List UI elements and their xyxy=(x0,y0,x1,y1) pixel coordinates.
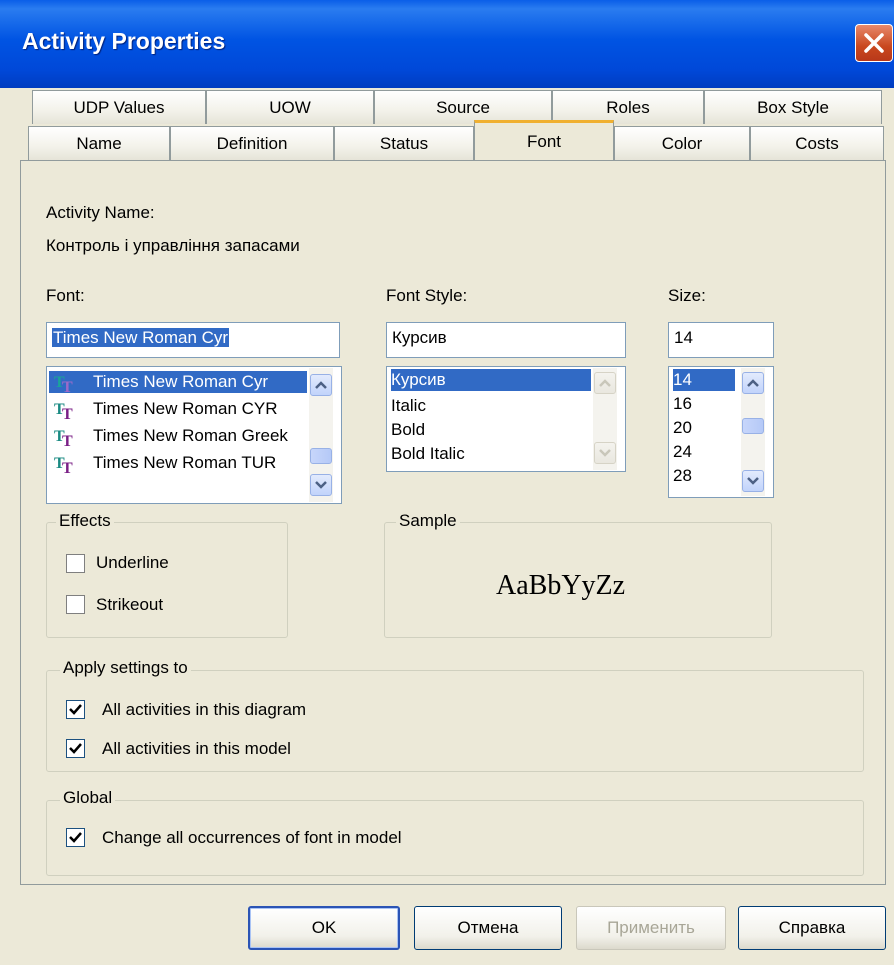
chevron-down-icon xyxy=(747,477,759,485)
chevron-up-icon xyxy=(599,379,611,387)
scroll-up-button[interactable] xyxy=(310,374,332,396)
chevron-up-icon xyxy=(315,381,327,389)
font-style-input[interactable]: Курсив xyxy=(386,322,626,358)
tab-definition[interactable]: Definition xyxy=(170,126,334,160)
chevron-down-icon xyxy=(315,481,327,489)
tab-udp-values[interactable]: UDP Values xyxy=(32,90,206,124)
font-style-scrollbar[interactable] xyxy=(593,368,617,470)
underline-label: Underline xyxy=(96,553,169,572)
font-list-item[interactable]: T T Times New Roman CYR xyxy=(49,398,307,420)
size-input[interactable]: 14 xyxy=(668,322,774,358)
tab-uow[interactable]: UOW xyxy=(206,90,374,124)
apply-settings-title: Apply settings to xyxy=(60,658,191,678)
font-list-item[interactable]: T T Times New Roman Cyr xyxy=(49,371,307,393)
scroll-down-button[interactable] xyxy=(310,474,332,496)
activity-properties-dialog: Activity Properties UDP Values UOW Sourc… xyxy=(0,0,894,965)
truetype-font-icon: T T xyxy=(54,428,73,447)
change-all-occurrences-label: Change all occurrences of font in model xyxy=(102,828,402,847)
all-activities-diagram-label: All activities in this diagram xyxy=(102,700,307,719)
underline-checkbox[interactable] xyxy=(66,554,85,573)
strikeout-label: Strikeout xyxy=(96,595,164,614)
font-input[interactable]: Times New Roman Cyr xyxy=(46,322,340,358)
tab-name[interactable]: Name xyxy=(28,126,170,160)
chevron-up-icon xyxy=(747,379,759,387)
sample-preview-text: AaBbYyZz xyxy=(496,570,626,601)
tab-font[interactable]: Font xyxy=(474,120,614,160)
font-list-scrollbar[interactable] xyxy=(309,368,333,502)
tab-roles[interactable]: Roles xyxy=(552,90,704,124)
truetype-font-icon: T T xyxy=(54,455,73,474)
help-button[interactable]: Справка xyxy=(738,906,886,950)
scroll-thumb[interactable] xyxy=(310,448,332,464)
font-style-list-item[interactable]: Italic xyxy=(391,395,426,417)
font-list-item[interactable]: T T Times New Roman Greek xyxy=(49,425,307,447)
checkmark-icon xyxy=(69,704,82,715)
scroll-down-button[interactable] xyxy=(742,470,764,492)
ok-button[interactable]: OK xyxy=(248,906,400,950)
truetype-font-icon: T T xyxy=(54,401,73,420)
font-list-item[interactable]: T T Times New Roman TUR xyxy=(49,452,307,474)
global-group-title: Global xyxy=(60,788,116,808)
size-list[interactable]: 14 16 20 24 28 xyxy=(668,366,774,498)
change-all-occurrences-checkbox[interactable] xyxy=(66,828,85,847)
font-input-text: Times New Roman Cyr xyxy=(52,328,230,347)
tab-source[interactable]: Source xyxy=(374,90,552,124)
size-list-item[interactable]: 24 xyxy=(673,441,692,463)
scroll-thumb[interactable] xyxy=(742,418,764,434)
tab-status[interactable]: Status xyxy=(334,126,474,160)
activity-name-value: Контроль і управління запасами xyxy=(46,236,300,255)
sample-group-title: Sample xyxy=(396,511,460,531)
checkmark-icon xyxy=(69,743,82,754)
close-button[interactable] xyxy=(855,24,893,62)
font-style-label: Font Style: xyxy=(386,286,468,305)
font-style-list-item[interactable]: Bold Italic xyxy=(391,443,465,465)
window-title: Activity Properties xyxy=(22,28,226,54)
svg-text:T: T xyxy=(62,406,73,420)
font-label: Font: xyxy=(46,286,85,305)
scroll-up-button[interactable] xyxy=(594,372,616,394)
size-list-item[interactable]: 14 xyxy=(673,369,735,391)
font-style-list-item[interactable]: Bold xyxy=(391,419,425,441)
size-list-item[interactable]: 20 xyxy=(673,417,692,439)
activity-name-label: Activity Name: xyxy=(46,203,155,222)
tab-color[interactable]: Color xyxy=(614,126,750,160)
close-icon xyxy=(864,33,884,53)
all-activities-model-checkbox[interactable] xyxy=(66,739,85,758)
svg-text:T: T xyxy=(62,379,73,393)
size-list-scrollbar[interactable] xyxy=(741,368,765,496)
cancel-button[interactable]: Отмена xyxy=(414,906,562,950)
all-activities-diagram-checkbox[interactable] xyxy=(66,700,85,719)
strikeout-checkbox[interactable] xyxy=(66,595,85,614)
size-list-item[interactable]: 16 xyxy=(673,393,692,415)
font-list[interactable]: T T Times New Roman Cyr T T Times New Ro… xyxy=(46,366,342,504)
effects-group-title: Effects xyxy=(56,511,114,531)
apply-button[interactable]: Применить xyxy=(576,906,726,950)
svg-text:T: T xyxy=(62,460,73,474)
title-bar[interactable]: Activity Properties xyxy=(0,0,894,88)
checkmark-icon xyxy=(69,832,82,843)
font-style-list[interactable]: Курсив Italic Bold Bold Italic xyxy=(386,366,626,472)
svg-text:T: T xyxy=(62,433,73,447)
chevron-down-icon xyxy=(599,449,611,457)
truetype-font-icon: T T xyxy=(54,374,73,393)
effects-group xyxy=(46,522,288,638)
font-style-list-item[interactable]: Курсив xyxy=(391,369,591,391)
all-activities-model-label: All activities in this model xyxy=(102,739,291,758)
scroll-up-button[interactable] xyxy=(742,372,764,394)
tab-box-style[interactable]: Box Style xyxy=(704,90,882,124)
scroll-down-button[interactable] xyxy=(594,442,616,464)
size-list-item[interactable]: 28 xyxy=(673,465,692,487)
tab-costs[interactable]: Costs xyxy=(750,126,884,160)
size-label: Size: xyxy=(668,286,706,305)
